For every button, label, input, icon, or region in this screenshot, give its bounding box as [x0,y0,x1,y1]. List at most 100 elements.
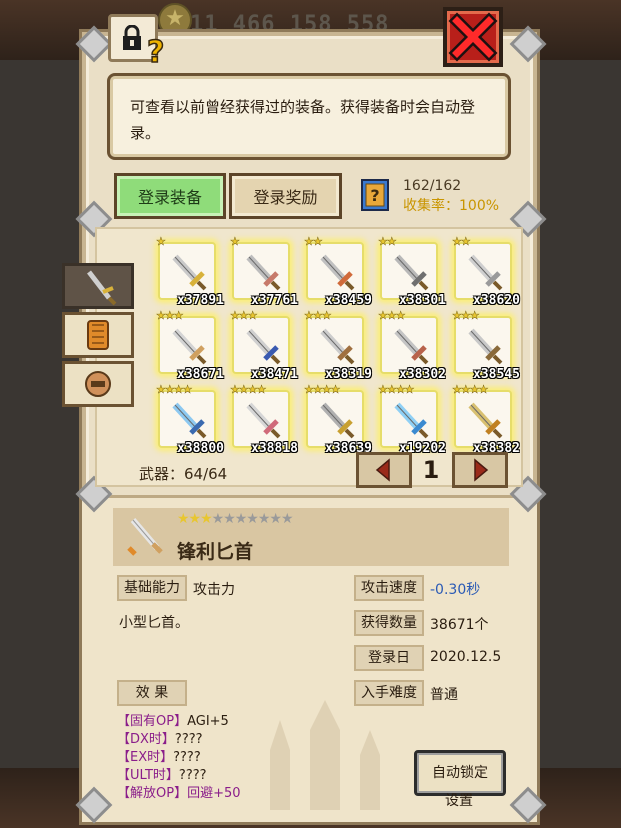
effect-value: ???? [174,732,203,747]
svg-text:?: ? [370,186,379,205]
item-stars: ★★ [304,235,323,248]
item-slot[interactable]: ★★ x38301 [378,235,446,308]
item-slot[interactable]: ★★★ x38545 [452,309,520,382]
item-slot[interactable]: ★★★ x38302 [378,309,446,382]
prev-page-button[interactable] [356,452,412,488]
effect-value: ???? [178,768,207,783]
item-stars: ★★★★ [378,383,415,396]
castle-watermark-icon [270,700,380,810]
item-stars: ★★★ [452,309,480,322]
item-slot[interactable]: ★★★★ x38382 [452,383,520,456]
item-detail-header: ★★★★★★★★★★ 锋利匕首 [113,508,509,566]
item-stars: ★★★ [304,309,332,322]
category-tab-armor[interactable] [62,312,134,358]
basic-ability-value: 攻击力 [193,582,235,598]
difficulty-value: 普通 [430,687,458,703]
effect-tag: 【ULT时】 [117,768,179,783]
attack-speed-value: -0.30秒 [430,582,481,598]
item-slot[interactable]: ★★ x38620 [452,235,520,308]
item-slot[interactable]: ★★★ x38471 [230,309,298,382]
tab-registration-reward[interactable]: 登录奖励 [229,173,342,219]
item-stars: ★★★ [156,309,184,322]
item-stars: ★★★★ [156,383,193,396]
weapon-icon [172,328,207,365]
item-count: x37891 [177,293,224,308]
question-mark-icon: ? [146,34,165,71]
rarity-stars-filled: ★★★ [177,511,213,527]
effect-line: 【ULT时】???? [117,764,207,783]
effect-tag: 【固有OP】 [117,714,188,729]
effect-value: AGI+5 [187,714,229,729]
item-stars: ★★★★ [230,383,267,396]
effect-label: 效 果 [117,680,187,706]
rarity-stars-empty: ★★★★★★★ [211,511,294,527]
weapon-icon [320,328,355,365]
weapon-icon [246,402,281,439]
category-tab-helmet[interactable] [62,361,134,407]
category-tab-weapon[interactable] [62,263,134,309]
effect-line: 【解放OP】回避+50 [117,782,241,801]
item-slot[interactable]: ★★★★ x38818 [230,383,298,456]
effect-line: 【固有OP】AGI+5 [117,710,229,729]
item-slot[interactable]: ★★★★ x19202 [378,383,446,456]
arrow-right-icon [474,458,489,482]
collection-book-icon: ? [361,179,389,211]
effect-line: 【DX时】???? [117,728,203,747]
weapon-icon [172,402,207,439]
item-stars: ★ [156,235,166,248]
item-slot[interactable]: ★★★★ x38639 [304,383,372,456]
collection-count: 162/162 [403,178,462,194]
tab-registered-equipment[interactable]: 登录装备 [114,173,226,219]
helmet-icon [85,371,111,397]
item-count: x38319 [325,367,372,382]
item-stars: ★★★★ [452,383,489,396]
weapon-icon [320,402,355,439]
item-stars: ★★ [452,235,471,248]
weapon-icon [468,254,503,291]
item-count: x38302 [399,367,446,382]
effect-line: 【EX时】???? [117,746,201,765]
item-slot[interactable]: ★★ x38459 [304,235,372,308]
collection-rate: 收集率：100% [403,198,500,214]
attack-speed-label: 攻击速度 [354,575,424,601]
dagger-icon [127,518,163,556]
obtained-count-label: 获得数量 [354,610,424,636]
item-slot[interactable]: ★★★★ x38800 [156,383,224,456]
registration-date-label: 登录日 [354,645,424,671]
page-number: 1 [422,456,440,484]
lock-help-button[interactable]: ? [108,14,165,71]
weapon-icon [468,328,503,365]
item-slot[interactable]: ★★★ x38671 [156,309,224,382]
weapon-icon [394,328,429,365]
close-button[interactable] [443,7,503,67]
rarity-stars: ★★★★★★★★★★ [177,511,294,527]
lock-icon [123,25,141,50]
armor-icon [87,320,109,350]
item-stars: ★ [230,235,240,248]
info-description: 可查看以前曾经获得过的装备。获得装备时会自动登录。 [107,73,511,160]
item-count: x37761 [251,293,298,308]
weapon-icon [468,402,503,439]
item-count: x38800 [177,441,224,456]
item-count: x38459 [325,293,372,308]
weapon-icon [246,254,281,291]
effect-value: ???? [173,750,201,765]
item-description: 小型匕首。 [119,615,189,631]
effect-value: 回避+50 [187,786,241,801]
item-count: x38671 [177,367,224,382]
effect-tag: 【解放OP】 [117,786,188,801]
weapon-icon [394,402,429,439]
basic-ability-label: 基础能力 [117,575,187,601]
weapon-count-label: 武器：64/64 [139,465,228,483]
item-slot[interactable]: ★★★ x38319 [304,309,372,382]
item-slot[interactable]: ★ x37891 [156,235,224,308]
item-slot[interactable]: ★ x37761 [230,235,298,308]
item-count: x38545 [473,367,520,382]
weapon-icon [394,254,429,291]
weapon-icon [246,328,281,365]
item-stars: ★★★ [230,309,258,322]
registration-date-value: 2020.12.5 [430,649,502,665]
next-page-button[interactable] [452,452,508,488]
weapon-icon [320,254,355,291]
sword-icon [87,270,117,306]
